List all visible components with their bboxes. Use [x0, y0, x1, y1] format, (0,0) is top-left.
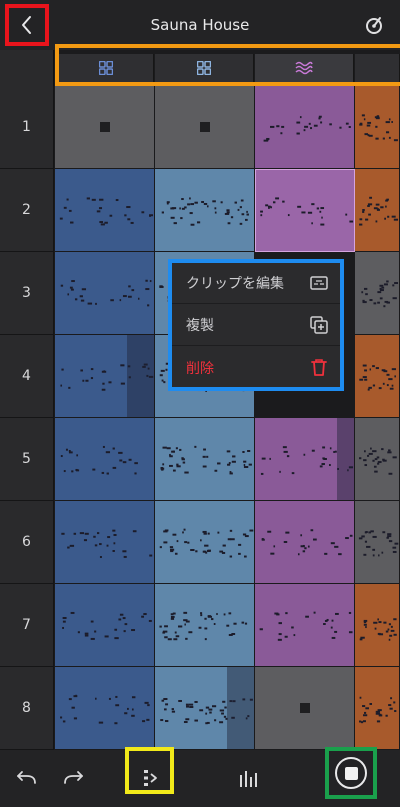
clip-notes — [261, 529, 353, 556]
clip-notes — [361, 280, 399, 308]
clip-notes — [358, 530, 399, 557]
trash-icon — [311, 359, 327, 376]
clip-slot-5-4[interactable] — [355, 418, 400, 501]
clip-slot-8-3[interactable] — [255, 667, 355, 750]
track-tabs-highlight — [55, 44, 400, 86]
clip-notes — [59, 197, 154, 226]
clip-slot-6-3[interactable] — [255, 501, 355, 584]
clip-slot-7-1[interactable] — [55, 584, 155, 667]
clip-notes — [359, 196, 399, 226]
clip-slot-1-1[interactable] — [55, 86, 155, 169]
clip-slot-7-2[interactable] — [155, 584, 255, 667]
clip-notes — [260, 197, 354, 226]
mixer-button[interactable] — [232, 762, 264, 794]
undo-button[interactable] — [10, 762, 42, 794]
clip-notes — [359, 618, 397, 641]
scene-number-8[interactable]: 8 — [0, 667, 54, 750]
stop-all-highlight — [325, 747, 377, 799]
mixer-icon — [240, 771, 257, 787]
edit-clip-menu-item[interactable]: クリップを編集 — [172, 263, 340, 304]
scene-number-7[interactable]: 7 — [0, 584, 54, 667]
clip-slot-8-2[interactable] — [155, 667, 255, 750]
clip-slot-8-1[interactable] — [55, 667, 155, 750]
scene-number-6[interactable]: 6 — [0, 501, 54, 584]
clip-slot-1-2[interactable] — [155, 86, 255, 169]
tuner-icon — [366, 17, 382, 34]
clip-context-menu: クリップを編集 複製 削除 — [168, 259, 344, 391]
chevron-left-icon — [22, 16, 31, 34]
clip-notes — [60, 279, 152, 307]
redo-button[interactable] — [58, 762, 90, 794]
clip-slot-8-4[interactable] — [355, 667, 400, 750]
clip-slot-6-1[interactable] — [55, 501, 155, 584]
clip-notes — [263, 115, 351, 142]
clip-notes — [60, 445, 138, 475]
clip-playhead-shade — [227, 667, 254, 749]
scene-number-2[interactable]: 2 — [0, 169, 54, 252]
clip-notes — [159, 528, 254, 558]
clip-notes — [61, 529, 153, 559]
undo-icon — [17, 771, 36, 784]
clip-playhead-shade — [337, 418, 354, 500]
clip-slot-5-2[interactable] — [155, 418, 255, 501]
clip-slot-4-1[interactable] — [55, 335, 155, 418]
clip-slot-3-4[interactable] — [355, 252, 400, 335]
clip-slot-6-2[interactable] — [155, 501, 255, 584]
header-bar: Sauna House — [0, 0, 400, 50]
clip-notes — [60, 694, 150, 725]
scene-launch-highlight — [125, 747, 174, 794]
clip-slot-7-4[interactable] — [355, 584, 400, 667]
clip-playhead-shade — [127, 335, 154, 417]
duplicate-label: 複製 — [186, 318, 214, 334]
clip-slot-6-4[interactable] — [355, 501, 400, 584]
set-title: Sauna House — [150, 16, 250, 34]
clip-stop-icon — [99, 122, 110, 132]
scene-number-4[interactable]: 4 — [0, 335, 54, 418]
app-root: Sauna House 1 2 3 4 5 6 7 8 クリップを編集 複製 削… — [0, 0, 400, 807]
clip-slot-1-3[interactable] — [255, 86, 355, 169]
scene-number-5[interactable]: 5 — [0, 418, 54, 501]
clip-slot-2-3[interactable] — [255, 169, 355, 252]
clip-slot-2-1[interactable] — [55, 169, 155, 252]
duplicate-menu-item[interactable]: 複製 — [172, 305, 340, 346]
scene-number-3[interactable]: 3 — [0, 252, 54, 335]
clip-notes — [359, 364, 396, 391]
clip-slot-1-4[interactable] — [355, 86, 400, 169]
duplicate-icon — [310, 316, 328, 334]
clip-notes — [359, 447, 397, 475]
clip-slot-3-1[interactable] — [55, 252, 155, 335]
delete-label: 削除 — [186, 360, 214, 377]
redo-icon — [64, 771, 83, 784]
clip-stop-icon — [299, 703, 310, 713]
track-row-corner — [0, 50, 54, 86]
clip-notes — [62, 611, 152, 640]
clip-slot-5-1[interactable] — [55, 418, 155, 501]
clip-slot-5-3[interactable] — [255, 418, 355, 501]
delete-menu-item[interactable]: 削除 — [172, 347, 340, 388]
clip-notes — [359, 114, 398, 142]
back-button[interactable] — [5, 4, 49, 46]
edit-clip-icon — [310, 276, 328, 290]
clip-notes — [159, 611, 248, 641]
tuner-button[interactable] — [364, 14, 386, 36]
clip-slot-7-3[interactable] — [255, 584, 355, 667]
clip-slot-2-4[interactable] — [355, 169, 400, 252]
clip-notes — [160, 445, 252, 475]
clip-notes — [161, 197, 249, 226]
edit-clip-label: クリップを編集 — [186, 276, 284, 292]
clip-slot-4-4[interactable] — [355, 335, 400, 418]
clip-slot-2-2[interactable] — [155, 169, 255, 252]
clip-stop-icon — [199, 122, 210, 132]
scene-number-1[interactable]: 1 — [0, 86, 54, 169]
clip-notes — [359, 696, 397, 724]
clip-notes — [259, 611, 353, 641]
